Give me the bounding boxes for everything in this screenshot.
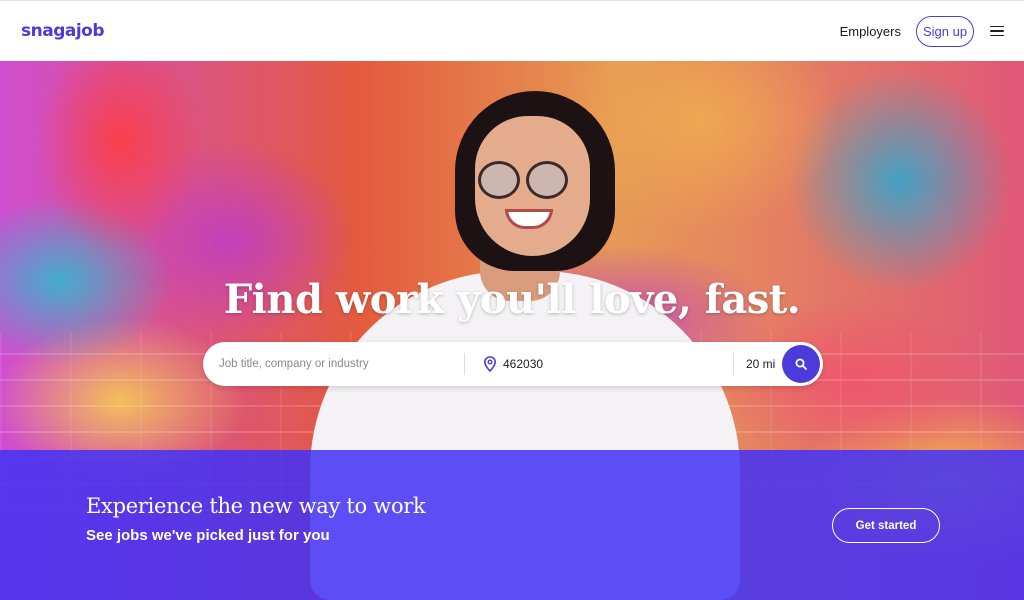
search-icon — [795, 358, 807, 370]
hamburger-menu-icon[interactable] — [990, 25, 1004, 37]
employers-link[interactable]: Employers — [840, 24, 901, 39]
radius-value: 20 mi — [746, 357, 776, 371]
job-title-input[interactable] — [219, 353, 465, 375]
job-search-bar: 20 mi — [203, 342, 823, 386]
search-divider — [733, 353, 734, 375]
search-button[interactable] — [782, 345, 820, 383]
site-header: snagajob Employers Sign up — [0, 0, 1024, 61]
location-input[interactable] — [503, 353, 723, 375]
snagajob-logo[interactable]: snagajob — [21, 21, 105, 41]
location-pin-icon — [483, 356, 497, 372]
promo-title: Experience the new way to work — [86, 494, 426, 518]
promo-subtitle: See jobs we've picked just for you — [86, 527, 330, 544]
get-started-button[interactable]: Get started — [832, 508, 940, 543]
hero-headline: Find work you'll love, fast. — [223, 276, 801, 323]
header-actions: Employers Sign up — [840, 15, 1004, 47]
sign-up-button[interactable]: Sign up — [916, 15, 974, 47]
